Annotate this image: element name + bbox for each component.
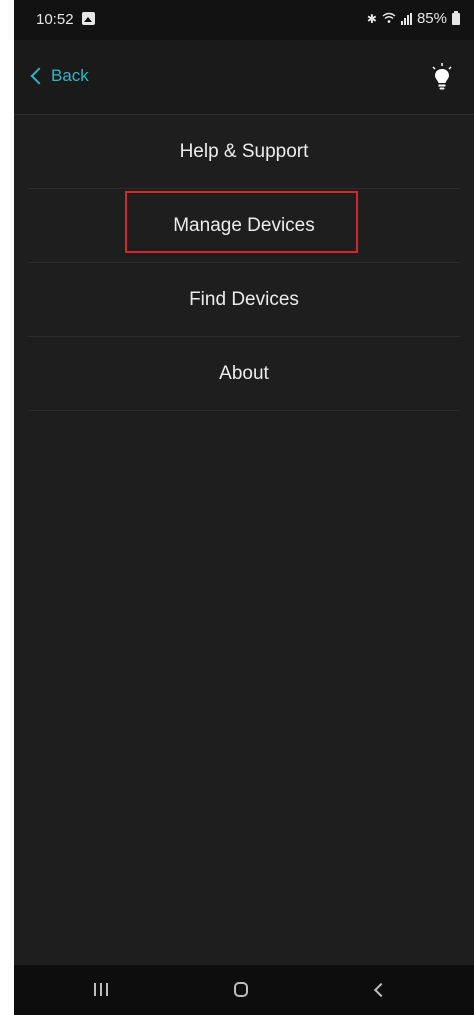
bluetooth-icon: ✱ <box>366 11 377 26</box>
battery-percent: 85% <box>416 10 447 27</box>
status-bar: 10:52 ✱ 85% <box>14 0 474 40</box>
chevron-left-icon <box>30 67 48 85</box>
phone-screen: 10:52 ✱ 85% Back Help & Support Manage D… <box>14 0 474 1015</box>
status-time: 10:52 <box>36 11 74 28</box>
settings-menu: Help & Support Manage Devices Find Devic… <box>14 115 474 411</box>
menu-item-about[interactable]: About <box>28 337 460 411</box>
wifi-icon <box>382 12 396 26</box>
recents-icon[interactable] <box>94 983 108 996</box>
back-icon[interactable] <box>373 982 389 998</box>
home-icon[interactable] <box>234 982 248 997</box>
menu-item-label: Manage Devices <box>173 214 315 236</box>
menu-item-help-support[interactable]: Help & Support <box>28 115 460 189</box>
back-button[interactable]: Back <box>30 66 89 86</box>
menu-item-find-devices[interactable]: Find Devices <box>28 263 460 337</box>
system-nav-bar <box>14 965 474 1015</box>
menu-item-manage-devices[interactable]: Manage Devices <box>28 189 460 263</box>
wifi-icon-glyph <box>382 12 396 23</box>
menu-item-label: About <box>219 362 269 384</box>
signal-icon <box>400 12 412 25</box>
gallery-icon <box>82 12 95 25</box>
menu-item-label: Find Devices <box>189 288 299 310</box>
back-label: Back <box>51 66 89 85</box>
menu-item-label: Help & Support <box>179 140 309 162</box>
status-indicators: ✱ 85% <box>367 10 460 27</box>
battery-icon <box>452 10 460 25</box>
lightbulb-icon[interactable] <box>430 62 454 92</box>
app-header: Back <box>14 40 474 115</box>
